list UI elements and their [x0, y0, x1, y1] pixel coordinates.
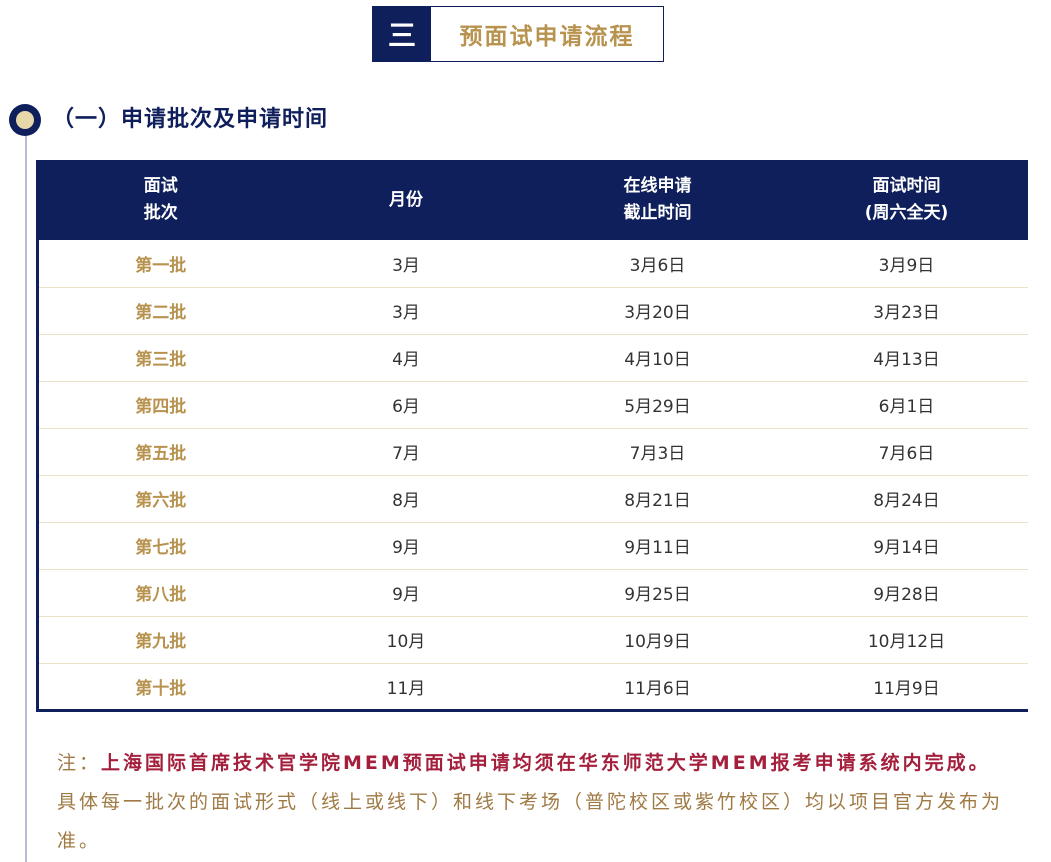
column-header-line: (周六全天)	[864, 203, 949, 223]
table-body: 第一批 3月 3月6日 3月9日 第二批 3月 3月20日 3月23日 第三批 4月 4月10日 4月…	[37, 240, 1028, 710]
column-header: 月份	[283, 160, 530, 240]
table-cell: 4月10日	[529, 334, 786, 382]
note-strong: 上海国际首席技术官学院MEM预面试申请均须在华东师范大学MEM报考申请系统内完成…	[101, 752, 991, 774]
column-header: 面试时间 (周六全天)	[786, 160, 1028, 240]
schedule-table: 面试 批次 月份 在线申请 截止时间 面试时间 (周六全天) 第一批 3月 3月6日 3月9日 第二…	[36, 160, 1028, 712]
note-body: 具体每一批次的面试形式（线上或线下）和线下考场（普陀校区或紫竹校区）均以项目官方…	[57, 791, 1004, 852]
batch-cell: 第二批	[37, 287, 283, 335]
table-cell: 7月3日	[529, 428, 786, 476]
batch-cell: 第八批	[37, 569, 283, 617]
column-header-line: 面试	[143, 176, 178, 196]
table-cell: 8月	[282, 475, 530, 523]
table-cell: 3月	[282, 240, 530, 288]
column-header-line: 面试时间	[872, 176, 941, 196]
batch-cell: 第三批	[37, 334, 283, 382]
column-header-line: 月份	[389, 189, 423, 210]
table-cell: 9月25日	[529, 569, 786, 617]
table-row: 第三批 4月 4月10日 4月13日	[37, 334, 1028, 382]
table-cell: 8月21日	[529, 475, 786, 523]
table-cell: 5月29日	[529, 381, 786, 429]
table-cell: 3月20日	[529, 287, 786, 335]
table-cell: 3月9日	[785, 240, 1028, 288]
timeline-line	[25, 131, 27, 862]
batch-cell: 第六批	[37, 475, 283, 523]
table-cell: 9月	[282, 569, 530, 617]
table-cell: 9月11日	[529, 522, 786, 570]
table-cell: 6月	[282, 381, 530, 429]
table-cell: 10月9日	[529, 616, 786, 664]
table-row: 第四批 6月 5月29日 6月1日	[37, 381, 1028, 429]
batch-cell: 第四批	[37, 381, 283, 429]
table-row: 第五批 7月 7月3日 7月6日	[37, 428, 1028, 476]
table-cell: 9月	[282, 522, 530, 570]
note: 注：上海国际首席技术官学院MEM预面试申请均须在华东师范大学MEM报考申请系统内…	[57, 744, 1007, 861]
table-cell: 11月9日	[873, 678, 940, 699]
batch-cell: 第九批	[37, 616, 283, 664]
table-cell: 11月6日	[624, 678, 691, 699]
subsection-title: （一）申请批次及申请时间	[52, 107, 329, 132]
batch-cell: 第五批	[37, 428, 283, 476]
batch-cell: 第十批	[135, 678, 187, 699]
table-row: 第一批 3月 3月6日 3月9日	[37, 240, 1028, 288]
table-cell: 10月	[282, 616, 530, 664]
table-cell: 10月12日	[785, 616, 1028, 664]
note-label: 注：	[57, 752, 102, 774]
table-cell: 11月	[386, 678, 426, 699]
table-header: 面试批次 月份 在线申请截止时间 面试时间 (周六全天)	[37, 160, 1028, 240]
table-cell: 3月6日	[529, 240, 786, 288]
table-cell: 4月	[282, 334, 530, 382]
column-header-line: 批次	[143, 203, 178, 223]
section-header: 三 预面试申请流程	[372, 6, 664, 62]
table-cell: 9月14日	[785, 522, 1028, 570]
table-row: 第六批 8月 8月21日 8月24日	[37, 475, 1028, 523]
column-header-line: 截止时间	[623, 203, 692, 223]
timeline-dot-icon	[9, 104, 41, 136]
table-row: 第九批 10月 10月9日 10月12日	[37, 616, 1028, 664]
table-row: 第二批 3月 3月20日 3月23日	[37, 287, 1028, 335]
batch-cell: 第一批	[37, 240, 283, 288]
table-cell: 9月28日	[785, 569, 1028, 617]
table-cell: 7月6日	[785, 428, 1028, 476]
table-row: 第八批 9月 9月25日 9月28日	[37, 569, 1028, 617]
table-row: 第七批 9月 9月11日 9月14日	[37, 522, 1028, 570]
batch-cell: 第七批	[37, 522, 283, 570]
column-header: 面试 批次	[38, 160, 283, 240]
table-cell: 3月	[282, 287, 530, 335]
header-row: 面试批次 月份 在线申请截止时间 面试时间 (周六全天)	[37, 160, 1028, 240]
column-header-line: 在线申请	[623, 176, 692, 196]
column-header: 在线申请 截止时间	[530, 160, 786, 240]
table-cell: 3月23日	[785, 287, 1028, 335]
table-cell: 4月13日	[785, 334, 1028, 382]
table-cell: 6月1日	[785, 381, 1028, 429]
section-title: 预面试申请流程	[459, 24, 635, 50]
table-cell: 8月24日	[785, 475, 1028, 523]
table-cell: 7月	[282, 428, 530, 476]
section-number: 三	[373, 7, 431, 61]
table-row: 第十批 11月 11月6日 11月9日	[38, 663, 1028, 710]
